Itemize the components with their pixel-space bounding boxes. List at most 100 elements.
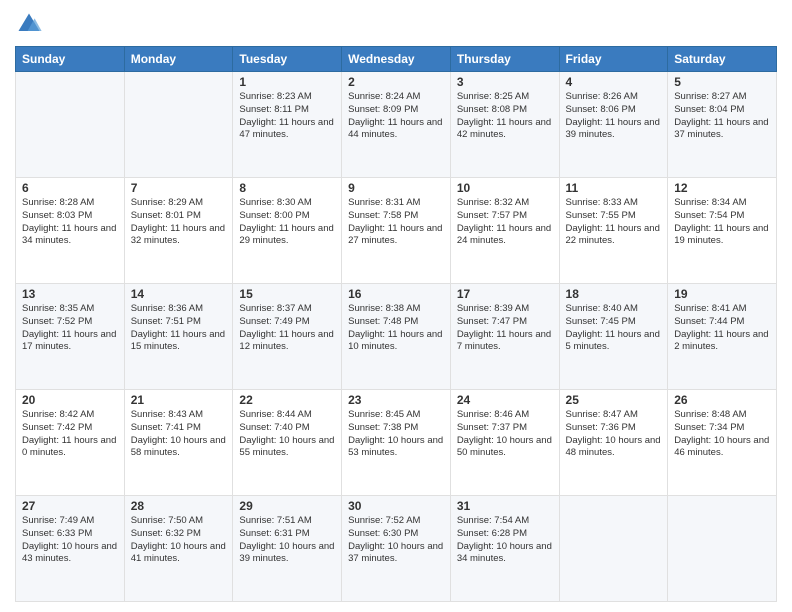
day-number: 21 bbox=[131, 393, 227, 407]
calendar-body: 1 Sunrise: 8:23 AM Sunset: 8:11 PM Daylig… bbox=[16, 72, 777, 602]
calendar-cell: 7 Sunrise: 8:29 AM Sunset: 8:01 PM Daylig… bbox=[124, 178, 233, 284]
calendar-cell bbox=[124, 72, 233, 178]
cell-content: Sunrise: 8:42 AM Sunset: 7:42 PM Dayligh… bbox=[22, 409, 118, 460]
day-header-friday: Friday bbox=[559, 47, 668, 72]
day-number: 25 bbox=[566, 393, 662, 407]
calendar-cell: 1 Sunrise: 8:23 AM Sunset: 8:11 PM Daylig… bbox=[233, 72, 342, 178]
calendar-table: SundayMondayTuesdayWednesdayThursdayFrid… bbox=[15, 46, 777, 602]
calendar-cell: 15 Sunrise: 8:37 AM Sunset: 7:49 PM Dayli… bbox=[233, 284, 342, 390]
calendar-header-row: SundayMondayTuesdayWednesdayThursdayFrid… bbox=[16, 47, 777, 72]
calendar-week-2: 6Sunrise: 8:28 AM Sunset: 8:03 PM Daylig… bbox=[16, 178, 777, 284]
cell-content: Sunrise: 8:47 AM Sunset: 7:36 PM Dayligh… bbox=[566, 409, 662, 460]
calendar-cell bbox=[559, 496, 668, 602]
calendar-cell: 27 Sunrise: 7:49 AM Sunset: 6:33 PM Dayli… bbox=[16, 496, 125, 602]
calendar-cell: 17Sunrise: 8:39 AM Sunset: 7:47 PM Dayli… bbox=[450, 284, 559, 390]
calendar-cell: 18 Sunrise: 8:40 AM Sunset: 7:45 PM Dayli… bbox=[559, 284, 668, 390]
calendar-cell: 11 Sunrise: 8:33 AM Sunset: 7:55 PM Dayli… bbox=[559, 178, 668, 284]
cell-content: Sunrise: 8:23 AM Sunset: 8:11 PM Dayligh… bbox=[239, 91, 335, 142]
day-number: 15 bbox=[239, 287, 335, 301]
calendar-cell: 4 Sunrise: 8:26 AM Sunset: 8:06 PM Daylig… bbox=[559, 72, 668, 178]
day-number: 23 bbox=[348, 393, 444, 407]
day-number: 27 bbox=[22, 499, 118, 513]
day-number: 4 bbox=[566, 75, 662, 89]
day-number: 31 bbox=[457, 499, 553, 513]
cell-content: Sunrise: 8:41 AM Sunset: 7:44 PM Dayligh… bbox=[674, 303, 770, 354]
page-header bbox=[15, 10, 777, 38]
calendar-cell: 5 Sunrise: 8:27 AM Sunset: 8:04 PM Daylig… bbox=[668, 72, 777, 178]
calendar-cell bbox=[16, 72, 125, 178]
calendar-week-5: 27 Sunrise: 7:49 AM Sunset: 6:33 PM Dayli… bbox=[16, 496, 777, 602]
day-number: 22 bbox=[239, 393, 335, 407]
day-header-thursday: Thursday bbox=[450, 47, 559, 72]
day-number: 16 bbox=[348, 287, 444, 301]
day-number: 10 bbox=[457, 181, 553, 195]
cell-content: Sunrise: 8:40 AM Sunset: 7:45 PM Dayligh… bbox=[566, 303, 662, 354]
cell-content: Sunrise: 8:28 AM Sunset: 8:03 PM Dayligh… bbox=[22, 197, 118, 248]
calendar-cell: 30Sunrise: 7:52 AM Sunset: 6:30 PM Dayli… bbox=[342, 496, 451, 602]
day-number: 7 bbox=[131, 181, 227, 195]
calendar-cell: 26Sunrise: 8:48 AM Sunset: 7:34 PM Dayli… bbox=[668, 390, 777, 496]
day-number: 20 bbox=[22, 393, 118, 407]
cell-content: Sunrise: 7:50 AM Sunset: 6:32 PM Dayligh… bbox=[131, 515, 227, 566]
calendar-cell: 12 Sunrise: 8:34 AM Sunset: 7:54 PM Dayli… bbox=[668, 178, 777, 284]
calendar-cell: 29 Sunrise: 7:51 AM Sunset: 6:31 PM Dayli… bbox=[233, 496, 342, 602]
cell-content: Sunrise: 8:33 AM Sunset: 7:55 PM Dayligh… bbox=[566, 197, 662, 248]
cell-content: Sunrise: 8:26 AM Sunset: 8:06 PM Dayligh… bbox=[566, 91, 662, 142]
cell-content: Sunrise: 8:38 AM Sunset: 7:48 PM Dayligh… bbox=[348, 303, 444, 354]
day-number: 17 bbox=[457, 287, 553, 301]
day-header-tuesday: Tuesday bbox=[233, 47, 342, 72]
calendar-cell: 2Sunrise: 8:24 AM Sunset: 8:09 PM Daylig… bbox=[342, 72, 451, 178]
cell-content: Sunrise: 8:37 AM Sunset: 7:49 PM Dayligh… bbox=[239, 303, 335, 354]
day-number: 3 bbox=[457, 75, 553, 89]
day-number: 9 bbox=[348, 181, 444, 195]
calendar-cell: 6Sunrise: 8:28 AM Sunset: 8:03 PM Daylig… bbox=[16, 178, 125, 284]
logo-icon bbox=[15, 10, 43, 38]
calendar-cell: 22 Sunrise: 8:44 AM Sunset: 7:40 PM Dayli… bbox=[233, 390, 342, 496]
day-number: 18 bbox=[566, 287, 662, 301]
cell-content: Sunrise: 8:30 AM Sunset: 8:00 PM Dayligh… bbox=[239, 197, 335, 248]
calendar-cell: 24Sunrise: 8:46 AM Sunset: 7:37 PM Dayli… bbox=[450, 390, 559, 496]
calendar-cell: 13 Sunrise: 8:35 AM Sunset: 7:52 PM Dayli… bbox=[16, 284, 125, 390]
calendar-cell: 8 Sunrise: 8:30 AM Sunset: 8:00 PM Daylig… bbox=[233, 178, 342, 284]
day-number: 5 bbox=[674, 75, 770, 89]
calendar-week-4: 20 Sunrise: 8:42 AM Sunset: 7:42 PM Dayli… bbox=[16, 390, 777, 496]
cell-content: Sunrise: 7:49 AM Sunset: 6:33 PM Dayligh… bbox=[22, 515, 118, 566]
cell-content: Sunrise: 8:36 AM Sunset: 7:51 PM Dayligh… bbox=[131, 303, 227, 354]
day-header-sunday: Sunday bbox=[16, 47, 125, 72]
day-number: 12 bbox=[674, 181, 770, 195]
day-number: 30 bbox=[348, 499, 444, 513]
day-number: 13 bbox=[22, 287, 118, 301]
cell-content: Sunrise: 8:29 AM Sunset: 8:01 PM Dayligh… bbox=[131, 197, 227, 248]
day-header-wednesday: Wednesday bbox=[342, 47, 451, 72]
calendar-cell: 20 Sunrise: 8:42 AM Sunset: 7:42 PM Dayli… bbox=[16, 390, 125, 496]
cell-content: Sunrise: 8:27 AM Sunset: 8:04 PM Dayligh… bbox=[674, 91, 770, 142]
cell-content: Sunrise: 8:31 AM Sunset: 7:58 PM Dayligh… bbox=[348, 197, 444, 248]
calendar-cell: 14 Sunrise: 8:36 AM Sunset: 7:51 PM Dayli… bbox=[124, 284, 233, 390]
day-header-monday: Monday bbox=[124, 47, 233, 72]
day-number: 26 bbox=[674, 393, 770, 407]
cell-content: Sunrise: 8:32 AM Sunset: 7:57 PM Dayligh… bbox=[457, 197, 553, 248]
calendar-cell bbox=[668, 496, 777, 602]
cell-content: Sunrise: 8:46 AM Sunset: 7:37 PM Dayligh… bbox=[457, 409, 553, 460]
cell-content: Sunrise: 7:54 AM Sunset: 6:28 PM Dayligh… bbox=[457, 515, 553, 566]
cell-content: Sunrise: 8:45 AM Sunset: 7:38 PM Dayligh… bbox=[348, 409, 444, 460]
calendar-cell: 16 Sunrise: 8:38 AM Sunset: 7:48 PM Dayli… bbox=[342, 284, 451, 390]
calendar-cell: 25 Sunrise: 8:47 AM Sunset: 7:36 PM Dayli… bbox=[559, 390, 668, 496]
day-number: 29 bbox=[239, 499, 335, 513]
cell-content: Sunrise: 8:43 AM Sunset: 7:41 PM Dayligh… bbox=[131, 409, 227, 460]
day-number: 1 bbox=[239, 75, 335, 89]
day-header-saturday: Saturday bbox=[668, 47, 777, 72]
day-number: 19 bbox=[674, 287, 770, 301]
day-number: 11 bbox=[566, 181, 662, 195]
calendar-week-3: 13 Sunrise: 8:35 AM Sunset: 7:52 PM Dayli… bbox=[16, 284, 777, 390]
calendar-cell: 23 Sunrise: 8:45 AM Sunset: 7:38 PM Dayli… bbox=[342, 390, 451, 496]
cell-content: Sunrise: 7:51 AM Sunset: 6:31 PM Dayligh… bbox=[239, 515, 335, 566]
cell-content: Sunrise: 8:44 AM Sunset: 7:40 PM Dayligh… bbox=[239, 409, 335, 460]
calendar-cell: 10 Sunrise: 8:32 AM Sunset: 7:57 PM Dayli… bbox=[450, 178, 559, 284]
day-number: 8 bbox=[239, 181, 335, 195]
cell-content: Sunrise: 8:34 AM Sunset: 7:54 PM Dayligh… bbox=[674, 197, 770, 248]
cell-content: Sunrise: 8:24 AM Sunset: 8:09 PM Dayligh… bbox=[348, 91, 444, 142]
cell-content: Sunrise: 8:35 AM Sunset: 7:52 PM Dayligh… bbox=[22, 303, 118, 354]
calendar-week-1: 1 Sunrise: 8:23 AM Sunset: 8:11 PM Daylig… bbox=[16, 72, 777, 178]
day-number: 14 bbox=[131, 287, 227, 301]
